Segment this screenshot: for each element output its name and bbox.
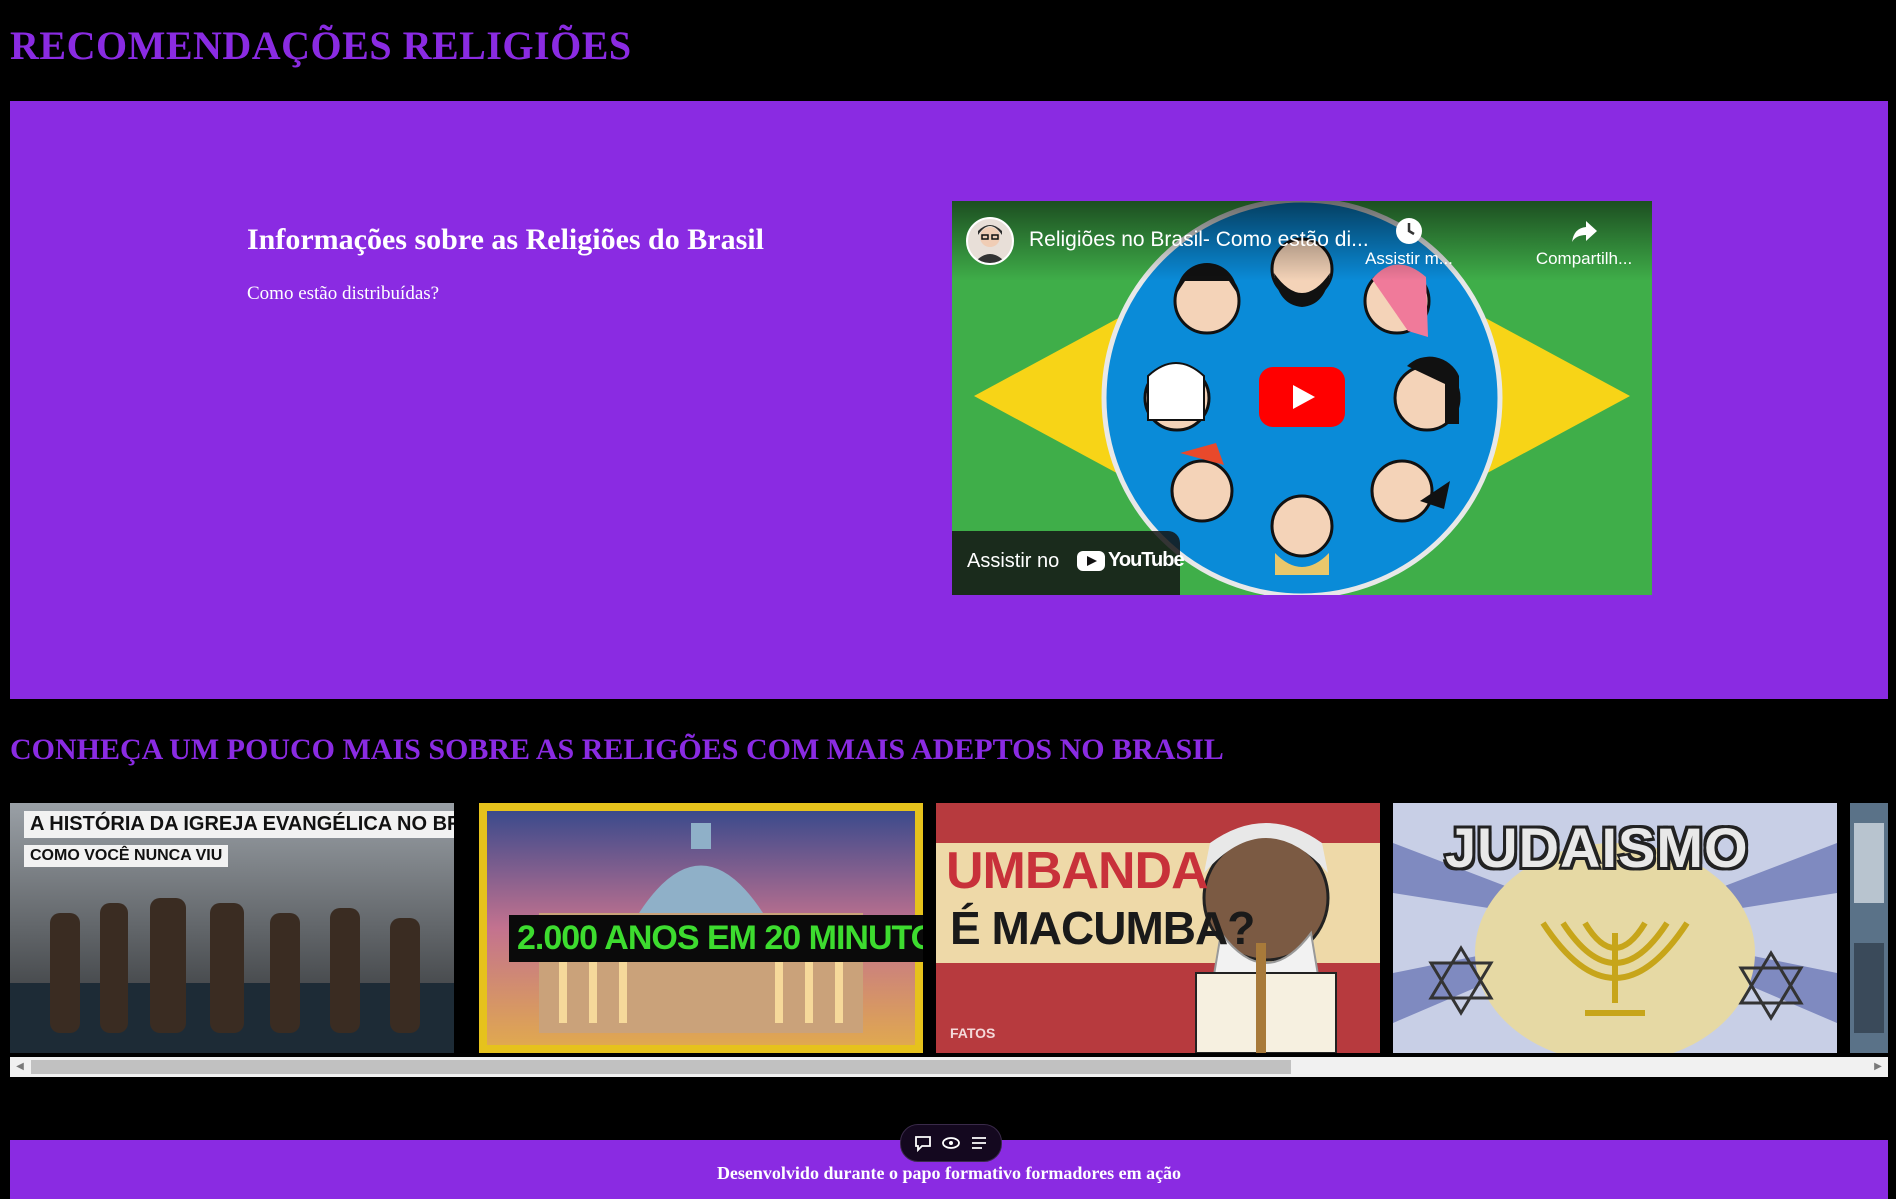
thumbnail-image xyxy=(1850,803,1888,1053)
thumbnail-partial[interactable] xyxy=(1850,803,1888,1053)
video-title[interactable]: Religiões no Brasil- Como estão di... xyxy=(1029,228,1369,252)
hero-section: Informações sobre as Religiões do Brasil… xyxy=(10,101,1888,699)
scrollbar-thumb[interactable] xyxy=(31,1060,1291,1074)
thumbnail-title: A HISTÓRIA DA IGREJA EVANGÉLICA NO BRASI… xyxy=(24,811,454,838)
channel-avatar[interactable] xyxy=(966,217,1014,265)
thumbnail-catolica[interactable]: 2.000 ANOS EM 20 MINUTOS ! xyxy=(479,803,923,1053)
thumbnail-subtitle: COMO VOCÊ NUNCA VIU xyxy=(24,845,229,867)
thumbnail-brand: FATOS xyxy=(950,1025,996,1041)
thumbnail-evangelica[interactable]: A HISTÓRIA DA IGREJA EVANGÉLICA NO BRASI… xyxy=(10,803,454,1053)
hero-heading: Informações sobre as Religiões do Brasil xyxy=(247,223,764,256)
clock-icon xyxy=(1349,215,1469,247)
youtube-logo-icon xyxy=(1077,551,1105,571)
floating-toolbar xyxy=(900,1124,1002,1162)
thumbnail-strip[interactable]: A HISTÓRIA DA IGREJA EVANGÉLICA NO BRASI… xyxy=(10,803,1888,1053)
thumbnail-judaismo[interactable]: JUDAISMO xyxy=(1393,803,1837,1053)
thumbnail-title: UMBANDA xyxy=(946,842,1209,900)
thumbnail-title: JUDAISMO xyxy=(1445,816,1749,879)
horizontal-scrollbar[interactable]: ◀ ▶ xyxy=(10,1057,1888,1077)
section-title: CONHEÇA UM POUCO MAIS SOBRE AS RELIGÕES … xyxy=(10,733,1224,766)
youtube-wordmark: YouTube xyxy=(1108,549,1185,571)
play-icon[interactable] xyxy=(1259,367,1345,427)
thumbnail-subtitle: É MACUMBA? xyxy=(950,902,1255,954)
footer-text: Desenvolvido durante o papo formativo fo… xyxy=(716,1163,1182,1183)
share-icon xyxy=(1524,215,1644,247)
thumbnail-umbanda[interactable]: UMBANDA É MACUMBA? FATOS xyxy=(936,803,1380,1053)
scroll-right-icon[interactable]: ▶ xyxy=(1868,1057,1888,1077)
watch-on-youtube-button[interactable]: Assistir no YouTube xyxy=(952,531,1185,595)
comment-icon[interactable] xyxy=(913,1133,933,1153)
page-title: RECOMENDAÇÕES RELIGIÕES xyxy=(10,23,632,68)
youtube-video-embed[interactable]: Religiões no Brasil- Como estão di... As… xyxy=(952,201,1652,595)
hero-subheading: Como estão distribuídas? xyxy=(247,283,440,304)
watch-on-label: Assistir no xyxy=(967,550,1060,572)
thumbnail-image xyxy=(10,803,454,1053)
scroll-left-icon[interactable]: ◀ xyxy=(10,1057,30,1077)
share-button[interactable]: Compartilh... xyxy=(1524,215,1644,269)
share-label: Compartilh... xyxy=(1535,249,1633,268)
eye-icon[interactable] xyxy=(941,1133,961,1153)
thumbnail-title: 2.000 ANOS EM 20 MINUTOS ! xyxy=(509,915,923,962)
watch-later-button[interactable]: Assistir m... xyxy=(1349,215,1469,269)
menu-icon[interactable] xyxy=(969,1133,989,1153)
watch-later-label: Assistir m... xyxy=(1365,249,1453,268)
